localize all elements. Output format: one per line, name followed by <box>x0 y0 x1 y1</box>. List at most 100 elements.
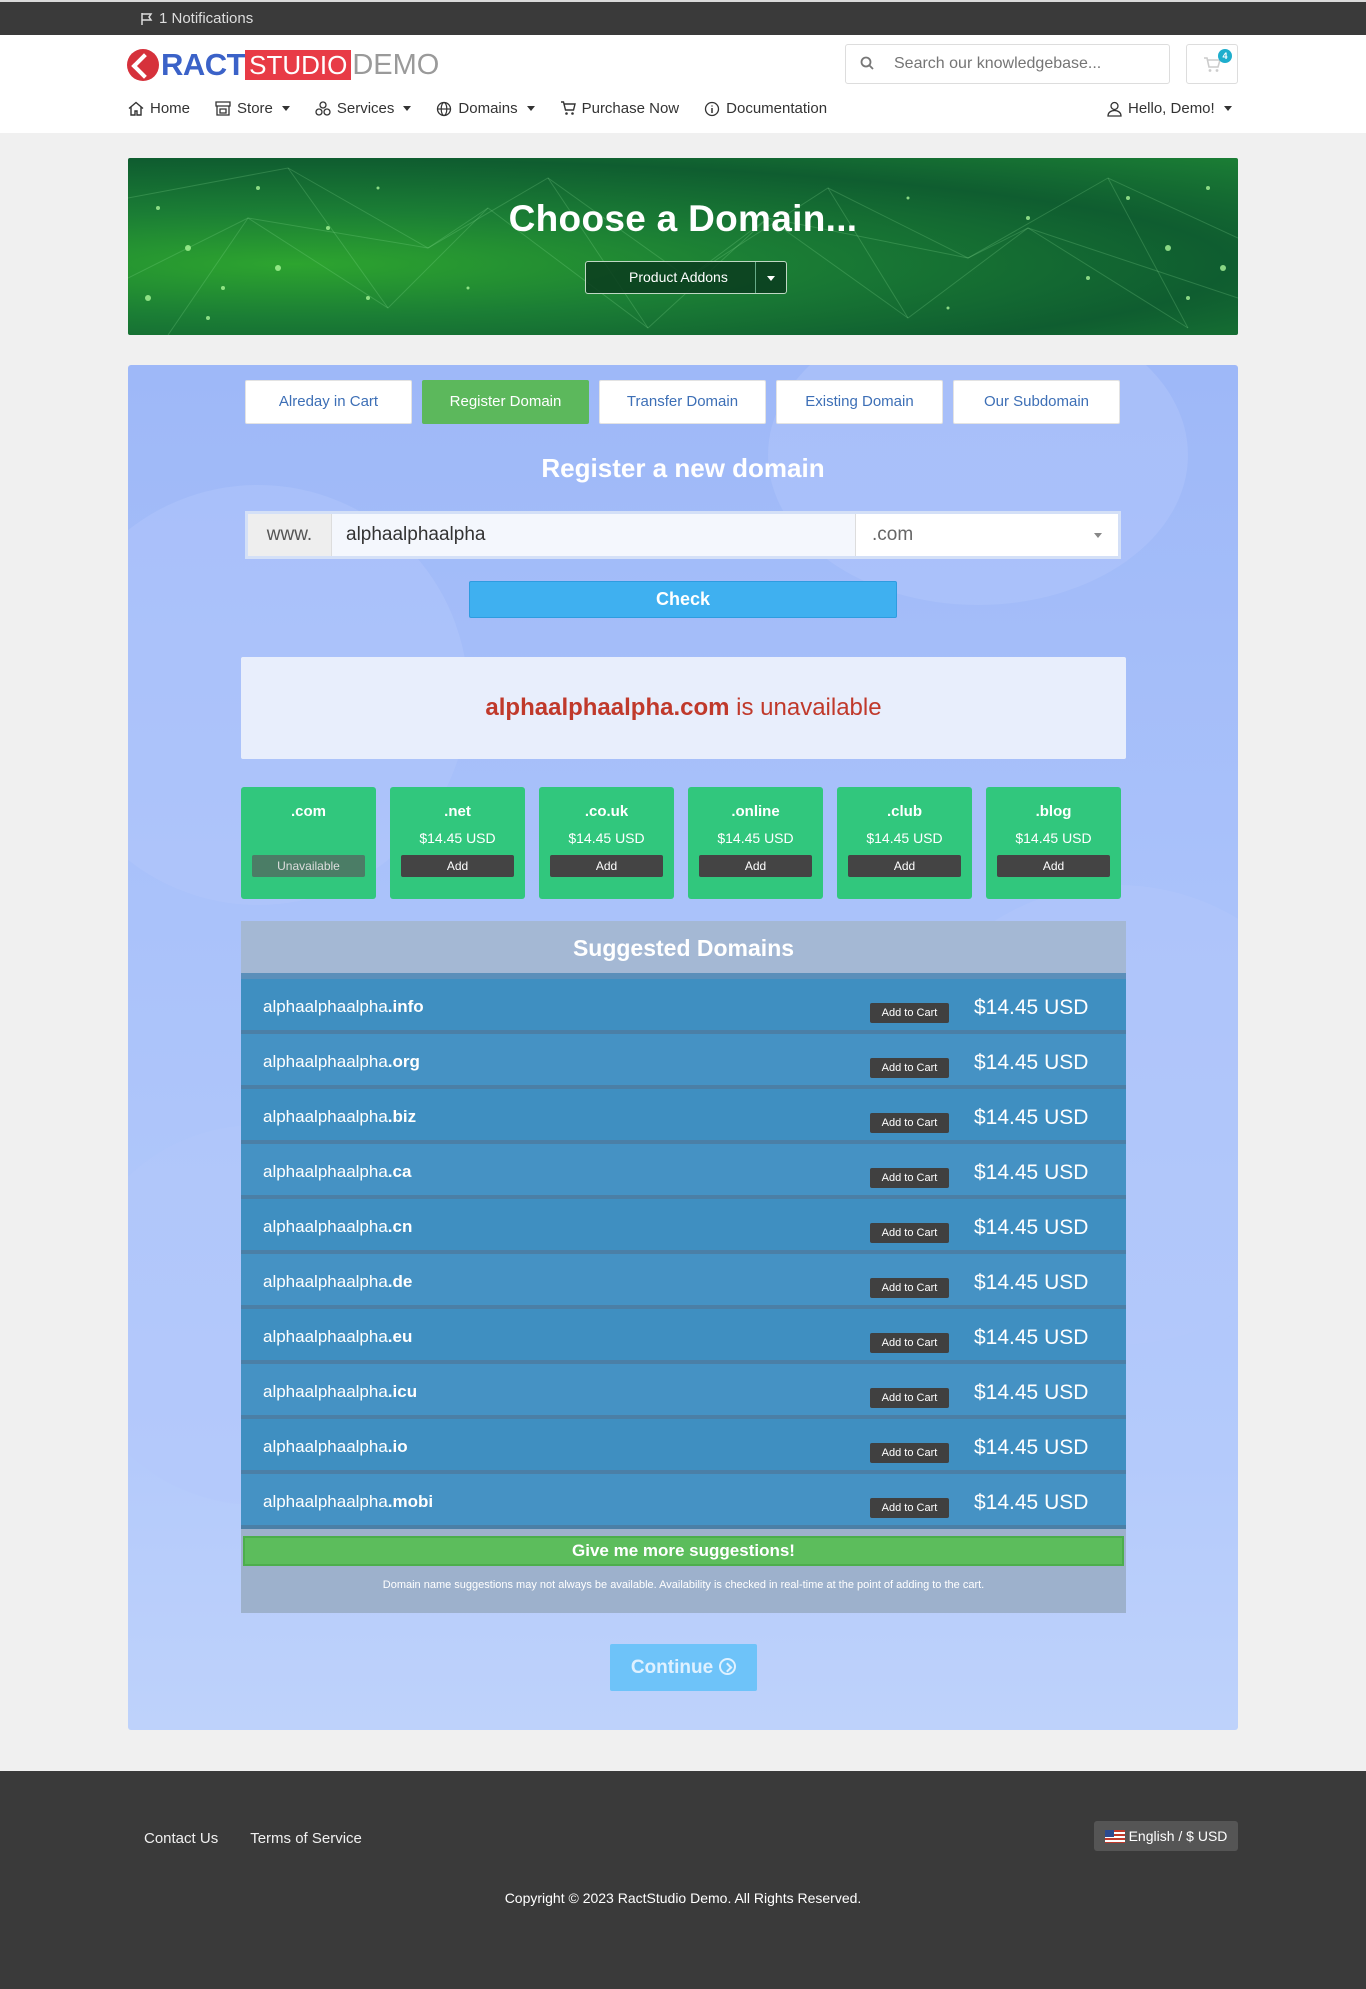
cart-button[interactable]: 4 <box>1186 44 1238 84</box>
domain-extension: .eu <box>387 1327 413 1346</box>
continue-button[interactable]: Continue <box>610 1644 757 1691</box>
nav-services-label: Services <box>336 100 395 117</box>
domain-price: $14.45 USD <box>974 1271 1089 1294</box>
nav-home[interactable]: Home <box>128 100 190 117</box>
language-currency-button[interactable]: English / $ USD <box>1094 1821 1238 1851</box>
language-label: English / $ USD <box>1128 1828 1228 1844</box>
tld-add-button[interactable]: Add <box>699 855 812 877</box>
add-to-cart-button[interactable]: Add to Cart <box>870 1168 949 1188</box>
services-icon <box>315 101 331 116</box>
tld-card-name: .club <box>886 803 922 820</box>
nav-documentation[interactable]: Documentation <box>704 100 827 117</box>
domain-base: alphaalphaalpha <box>263 1217 388 1236</box>
list-item: alphaalphaalpha.mobi Add to Cart $14.45 … <box>241 1474 1126 1529</box>
suggested-domains: Suggested Domains alphaalphaalpha .info A… <box>241 921 1126 1613</box>
domain-base: alphaalphaalpha <box>263 1382 388 1401</box>
add-to-cart-button[interactable]: Add to Cart <box>870 1003 949 1023</box>
domain-price: $14.45 USD <box>974 1106 1089 1129</box>
continue-label: Continue <box>630 1657 714 1678</box>
add-to-cart-button[interactable]: Add to Cart <box>870 1278 949 1298</box>
list-item: alphaalphaalpha.de Add to Cart $14.45 US… <box>241 1254 1126 1309</box>
footer-link-contact[interactable]: Contact Us <box>144 1830 218 1847</box>
logo-text-demo: DEMO <box>352 48 440 81</box>
user-menu[interactable]: Hello, Demo! <box>1107 100 1232 117</box>
nav-domains[interactable]: Domains <box>436 100 535 117</box>
logo-text-studio: STUDIO <box>245 50 352 80</box>
add-to-cart-button[interactable]: Add to Cart <box>870 1223 949 1243</box>
tab-existing-domain[interactable]: Existing Domain <box>776 380 943 424</box>
tld-card: .net $14.45 USD Add <box>390 787 525 899</box>
notifications-link[interactable]: 1 Notifications <box>140 10 253 27</box>
list-item: alphaalphaalpha.org Add to Cart $14.45 U… <box>241 1034 1126 1089</box>
search-icon[interactable] <box>860 56 874 70</box>
footer-link-terms[interactable]: Terms of Service <box>250 1830 362 1847</box>
domain-option-tabs: Alreday in Cart Register Domain Transfer… <box>245 380 1120 424</box>
check-button[interactable]: Check <box>469 581 897 618</box>
add-to-cart-button[interactable]: Add to Cart <box>870 1498 949 1518</box>
product-addons-label: Product Addons <box>629 269 728 285</box>
chevron-down-icon <box>526 106 535 111</box>
list-item: alphaalphaalpha.icu Add to Cart $14.45 U… <box>241 1364 1126 1419</box>
notifications-label: 1 Notifications <box>159 10 254 27</box>
tld-card-name: .blog <box>1035 803 1072 820</box>
nav-services[interactable]: Services <box>315 100 412 117</box>
site-logo[interactable]: RACT STUDIO DEMO <box>127 47 440 82</box>
home-icon <box>128 101 144 116</box>
list-item: alphaalphaalpha.io Add to Cart $14.45 US… <box>241 1419 1126 1474</box>
tab-our-subdomain[interactable]: Our Subdomain <box>953 380 1120 424</box>
tld-card: .blog $14.45 USD Add <box>986 787 1121 899</box>
notification-bar: 1 Notifications <box>0 0 1366 35</box>
domain-panel: Alreday in Cart Register Domain Transfer… <box>128 365 1238 1730</box>
domain-name-input[interactable] <box>332 514 855 556</box>
tld-select[interactable]: .com <box>855 514 1118 556</box>
suggested-domains-title: Suggested Domains <box>241 921 1126 979</box>
suggested-domain-name: alphaalphaalpha.icu <box>263 1382 417 1402</box>
store-icon <box>215 101 231 116</box>
logo-mark-icon <box>127 49 159 81</box>
chevron-down-icon <box>1223 106 1232 111</box>
add-to-cart-button[interactable]: Add to Cart <box>870 1388 949 1408</box>
add-to-cart-button[interactable]: Add to Cart <box>870 1113 949 1133</box>
tld-add-button[interactable]: Add <box>997 855 1110 877</box>
logo-text-ract: RACT <box>161 47 246 82</box>
site-footer: Contact Us Terms of Service English / $ … <box>0 1771 1366 1989</box>
chevron-down-icon <box>403 106 412 111</box>
tab-transfer-domain[interactable]: Transfer Domain <box>599 380 766 424</box>
add-to-cart-button[interactable]: Add to Cart <box>870 1333 949 1353</box>
list-item: alphaalphaalpha.eu Add to Cart $14.45 US… <box>241 1309 1126 1364</box>
tab-already-in-cart[interactable]: Alreday in Cart <box>245 380 412 424</box>
tld-card: .club $14.45 USD Add <box>837 787 972 899</box>
domain-price: $14.45 USD <box>974 1491 1089 1514</box>
main-nav: Home Store Services Domains Purchase Now… <box>128 100 852 117</box>
add-to-cart-button[interactable]: Add to Cart <box>870 1058 949 1078</box>
domain-search-row: www. .com <box>245 511 1121 559</box>
more-suggestions-button[interactable]: Give me more suggestions! <box>243 1536 1124 1566</box>
cart-count-badge: 4 <box>1218 49 1232 63</box>
tld-add-button[interactable]: Add <box>848 855 961 877</box>
us-flag-icon <box>1104 1830 1125 1843</box>
user-greeting: Hello, Demo! <box>1128 100 1215 117</box>
tld-card: .online $14.45 USD Add <box>688 787 823 899</box>
tld-card: .co.uk $14.45 USD Add <box>539 787 674 899</box>
knowledgebase-search <box>845 44 1170 84</box>
tld-add-button[interactable]: Add <box>401 855 514 877</box>
product-addons-dropdown[interactable]: Product Addons <box>585 261 787 294</box>
domain-extension: .org <box>387 1052 420 1071</box>
tab-register-domain[interactable]: Register Domain <box>422 380 589 424</box>
cart-icon <box>560 101 576 115</box>
add-to-cart-button[interactable]: Add to Cart <box>870 1443 949 1463</box>
domain-base: alphaalphaalpha <box>263 1327 388 1346</box>
suggested-domain-name: alphaalphaalpha.ca <box>263 1162 411 1182</box>
domain-price: $14.45 USD <box>974 1436 1089 1459</box>
tld-add-button[interactable]: Add <box>550 855 663 877</box>
info-icon <box>704 101 720 116</box>
search-input[interactable] <box>894 53 1154 75</box>
site-header: RACT STUDIO DEMO 4 Home Store Services D… <box>0 35 1366 133</box>
footer-links: Contact Us Terms of Service <box>144 1830 362 1847</box>
domain-extension: .info <box>387 997 424 1016</box>
suggestions-disclaimer: Domain name suggestions may not always b… <box>382 1579 985 1591</box>
nav-purchase-now[interactable]: Purchase Now <box>560 100 679 117</box>
register-title: Register a new domain <box>541 453 825 483</box>
nav-store[interactable]: Store <box>215 100 290 117</box>
tld-card-price: $14.45 USD <box>568 830 645 846</box>
